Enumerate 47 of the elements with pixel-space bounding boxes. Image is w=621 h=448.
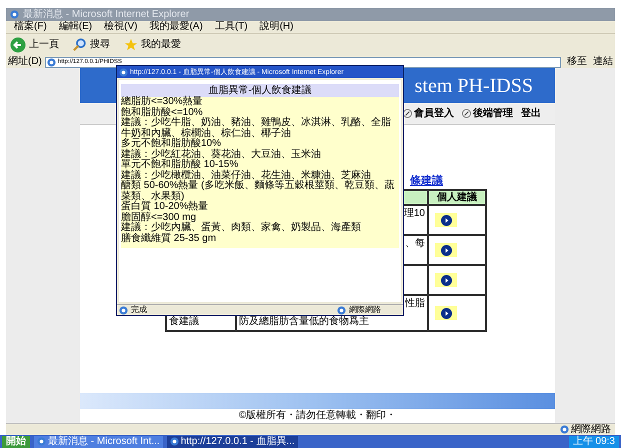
- clock: 上午 09:3: [568, 436, 619, 448]
- window-title: 最新消息 - Microsoft Internet Explorer: [23, 10, 190, 20]
- advice-line: 蛋白質 10-20%熱量: [121, 202, 208, 212]
- advice-line: 總脂肪<=30%熱量: [121, 97, 203, 107]
- advice-line: 單元不飽和脂肪酸 10-15%: [121, 160, 238, 170]
- taskbar-button[interactable]: 最新消息 - Microsoft Int...: [34, 436, 163, 448]
- nav-link[interactable]: 後端管理: [462, 108, 513, 118]
- advice-line: 膽固醇<=300 mg: [121, 212, 196, 222]
- nav-link[interactable]: 會員登入: [403, 108, 454, 118]
- toolbar-button[interactable]: 搜尋: [73, 38, 110, 52]
- menu-item[interactable]: 檢視(V): [104, 22, 138, 32]
- popup-heading: 血脂異常-個人飲食建議: [121, 84, 399, 97]
- status-zone: 網際網路: [571, 424, 611, 434]
- taskbar-button[interactable]: http://127.0.0.1 - 血脂異...: [166, 436, 298, 448]
- popup-zone: 網際網路: [349, 306, 382, 314]
- menu-item[interactable]: 編輯(E): [58, 22, 92, 32]
- table-cell-text: 食建議: [169, 317, 199, 327]
- menu-item[interactable]: 檔案(F): [14, 22, 47, 32]
- go-button[interactable]: 移至: [564, 57, 590, 67]
- advice-link[interactable]: 條建議: [410, 176, 443, 187]
- advice-line: 牛奶和內臟、棕櫚油、棕仁油、椰子油: [121, 128, 291, 138]
- table-cell-text: 理10: [404, 209, 425, 219]
- table-cell-text: 性脂: [405, 299, 425, 309]
- header-cell: 個人建議: [429, 191, 485, 204]
- menu-item[interactable]: 工具(T): [214, 22, 248, 32]
- table-cell-text: 防及總脂肪含量低的食物爲主: [238, 317, 369, 327]
- address-label: 網址(D): [8, 57, 42, 67]
- advice-line: 飽和脂肪酸<=10%: [121, 108, 203, 118]
- advice-line: 多元不飽和脂肪酸10%: [121, 139, 222, 149]
- nav-link[interactable]: 登出: [521, 108, 541, 118]
- banner-title: stem PH-IDSS: [414, 76, 533, 96]
- advice-line: 菜類、水果類): [121, 192, 184, 202]
- popup-status: 完成: [131, 306, 147, 314]
- advice-line: 建議：少吃橄欖油、油菜仔油、花生油、米糠油、芝麻油: [121, 170, 371, 180]
- menu-item[interactable]: 說明(H): [260, 22, 294, 32]
- advice-line: 建議：少吃紅花油、葵花油、大豆油、玉米油: [121, 150, 321, 160]
- advice-line: 醣類 50-60%熱量 (多吃米飯、麵條等五穀根莖類、乾豆類、蔬: [121, 181, 394, 191]
- advice-line: 建議：少吃內臟、蛋黃、肉類、家禽、奶製品、海產類: [121, 223, 361, 233]
- advice-line: 建議：少吃牛脂、奶油、豬油、雞鴨皮、冰淇淋、乳酪、全脂: [121, 118, 391, 128]
- links-label[interactable]: 連結: [593, 57, 613, 67]
- table-cell-text: 、每: [405, 239, 425, 249]
- copyright-text: ©版權所有・請勿任意轉載・翻印・: [238, 411, 396, 421]
- start-button[interactable]: 開始: [2, 436, 30, 448]
- toolbar-button[interactable]: 我的最愛: [124, 38, 181, 52]
- advice-line: 膳食纖維質 25-35 gm: [121, 234, 216, 244]
- toolbar-button[interactable]: 上一頁: [10, 37, 59, 53]
- menu-item[interactable]: 我的最愛(A): [149, 22, 203, 32]
